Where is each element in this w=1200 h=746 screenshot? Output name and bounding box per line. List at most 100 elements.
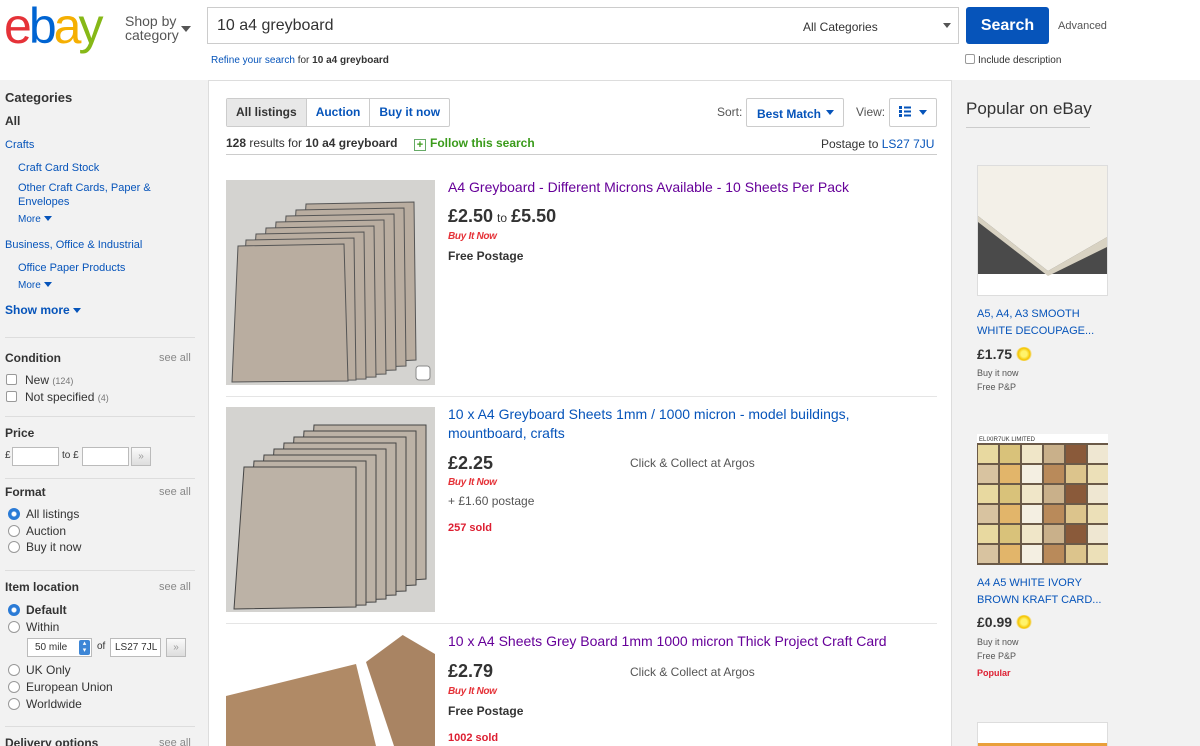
category-business-link[interactable]: Business, Office & Industrial — [5, 238, 142, 252]
price-heading: Price — [5, 426, 35, 440]
distance-select[interactable]: 50 mile ▴ ▾ — [27, 638, 92, 657]
location-within-label: Within — [26, 620, 60, 634]
card-swatch — [1088, 525, 1108, 543]
delivery-see-all-link[interactable]: see all — [159, 737, 191, 746]
card-swatch — [1022, 525, 1042, 543]
location-uk-radio[interactable] — [8, 664, 20, 676]
category-office-paper-link[interactable]: Office Paper Products — [18, 261, 125, 275]
of-label: of — [97, 641, 106, 652]
item-title-link[interactable]: 10 x A4 Greyboard Sheets 1mm / 1000 micr… — [448, 405, 918, 443]
more-business-link[interactable]: More — [18, 279, 52, 293]
search-button[interactable]: Search — [966, 7, 1049, 44]
card-swatch — [1088, 445, 1108, 463]
card-swatch — [1022, 545, 1042, 563]
location-see-all-link[interactable]: see all — [159, 581, 191, 593]
format-all-radio[interactable] — [8, 508, 20, 520]
show-more-label: Show more — [5, 303, 70, 317]
ebay-logo[interactable]: ebay — [4, 0, 103, 54]
item-title-link[interactable]: 10 x A4 Sheets Grey Board 1mm 1000 micro… — [448, 632, 918, 651]
postage-to: Postage to LS27 7JU — [821, 137, 934, 151]
popular-badge: Popular — [977, 668, 1011, 678]
item-image[interactable] — [226, 407, 435, 612]
price-low: £2.50 — [448, 206, 494, 226]
divider — [5, 416, 195, 417]
card-swatch — [1044, 485, 1064, 503]
price-min-input[interactable] — [12, 447, 59, 466]
popular-item-title-link[interactable]: A5, A4, A3 SMOOTH WHITE DECOUPAGE... — [977, 306, 1117, 340]
follow-search-button[interactable]: + Follow this search — [414, 136, 535, 151]
divider — [226, 396, 937, 397]
postcode-link[interactable]: LS27 7JU — [882, 137, 935, 151]
location-worldwide-radio[interactable] — [8, 698, 20, 710]
category-other-craft-cards-link[interactable]: Other Craft Cards, Paper & Envelopes — [18, 181, 151, 209]
other-craft-cards-line-1: Other Craft Cards, Paper & — [18, 182, 151, 194]
item-image[interactable] — [226, 634, 435, 746]
item-title-link[interactable]: A4 Greyboard - Different Microns Availab… — [448, 178, 918, 197]
more-label: More — [18, 214, 41, 225]
view-label: View: — [856, 105, 886, 119]
tab-auction[interactable]: Auction — [305, 99, 370, 126]
popular-item-format: Buy it now — [977, 637, 1019, 647]
sort-label: Sort: — [717, 105, 743, 119]
item-sold-count: 257 sold — [448, 522, 493, 534]
chevron-down-icon — [181, 26, 191, 32]
buy-it-now-logo: Buy It Now — [448, 686, 497, 697]
card-swatch — [1066, 525, 1086, 543]
category-crafts-link[interactable]: Crafts — [5, 138, 34, 152]
format-see-all-link[interactable]: see all — [159, 486, 191, 498]
advanced-search-link[interactable]: Advanced — [1058, 20, 1107, 32]
search-input[interactable]: 10 a4 greyboard — [207, 7, 794, 44]
refine-search-link[interactable]: Refine your search — [211, 55, 295, 66]
category-craft-card-stock-link[interactable]: Craft Card Stock — [18, 161, 99, 175]
shop-by-category-button[interactable]: Shop by category — [125, 14, 179, 42]
card-swatch — [978, 465, 998, 483]
location-go-button[interactable]: » — [166, 638, 186, 657]
logo-letter-y: y — [78, 0, 103, 54]
location-eu-radio[interactable] — [8, 681, 20, 693]
more-crafts-link[interactable]: More — [18, 213, 52, 227]
lightbulb-icon — [1016, 615, 1033, 629]
location-default-radio[interactable] — [8, 604, 20, 616]
card-swatch — [1022, 445, 1042, 463]
item-title-line-1: 10 x A4 Greyboard Sheets 1mm / 1000 micr… — [448, 406, 850, 422]
listing-format-tabs: All listings Auction Buy it now — [226, 98, 451, 127]
format-auction-radio[interactable] — [8, 525, 20, 537]
item-shipping: Free Postage — [448, 249, 524, 263]
condition-new-checkbox[interactable] — [6, 374, 17, 385]
item-image[interactable] — [226, 180, 435, 385]
popular-item-image[interactable]: ELIXIR7UK LIMITED — [977, 434, 1108, 565]
format-heading: Format — [5, 485, 46, 499]
greyboard-stack-image — [226, 180, 435, 385]
location-eu-label: European Union — [26, 680, 113, 694]
category-select[interactable]: All Categories — [793, 7, 959, 44]
condition-see-all-link[interactable]: see all — [159, 352, 191, 364]
show-more-categories-link[interactable]: Show more — [5, 303, 81, 317]
divider — [966, 127, 1090, 128]
popular-title-line-1: A5, A4, A3 SMOOTH — [977, 308, 1080, 320]
format-buy-it-now-label: Buy it now — [26, 540, 82, 554]
card-swatch — [978, 445, 998, 463]
site-header: ebay Shop by category 10 a4 greyboard Al… — [0, 0, 1200, 80]
tab-all-listings[interactable]: All listings — [227, 99, 306, 126]
price-max-input[interactable] — [82, 447, 129, 466]
format-buy-it-now-radio[interactable] — [8, 541, 20, 553]
card-swatch — [1000, 445, 1020, 463]
location-default-label: Default — [26, 603, 67, 617]
view-select[interactable] — [889, 98, 937, 127]
popular-item-image[interactable] — [977, 165, 1108, 296]
item-price: £2.25 — [448, 453, 494, 473]
card-swatch — [1044, 465, 1064, 483]
tab-buy-it-now[interactable]: Buy it now — [369, 99, 449, 126]
follow-search-label: Follow this search — [430, 136, 535, 150]
condition-not-specified-checkbox[interactable] — [6, 391, 17, 402]
popular-item-image[interactable] — [977, 722, 1108, 746]
popular-item-title-link[interactable]: A4 A5 WHITE IVORY BROWN KRAFT CARD... — [977, 575, 1117, 609]
postcode-input[interactable]: LS27 7JL — [110, 638, 161, 657]
card-swatch — [1066, 545, 1086, 563]
include-description-checkbox[interactable]: Include description — [965, 54, 1061, 66]
logo-letter-a: a — [53, 0, 82, 54]
popular-heading: Popular on eBay — [966, 99, 1092, 118]
price-go-button[interactable]: » — [131, 447, 151, 466]
item-shipping: Free Postage — [448, 704, 524, 718]
location-within-radio[interactable] — [8, 621, 20, 633]
